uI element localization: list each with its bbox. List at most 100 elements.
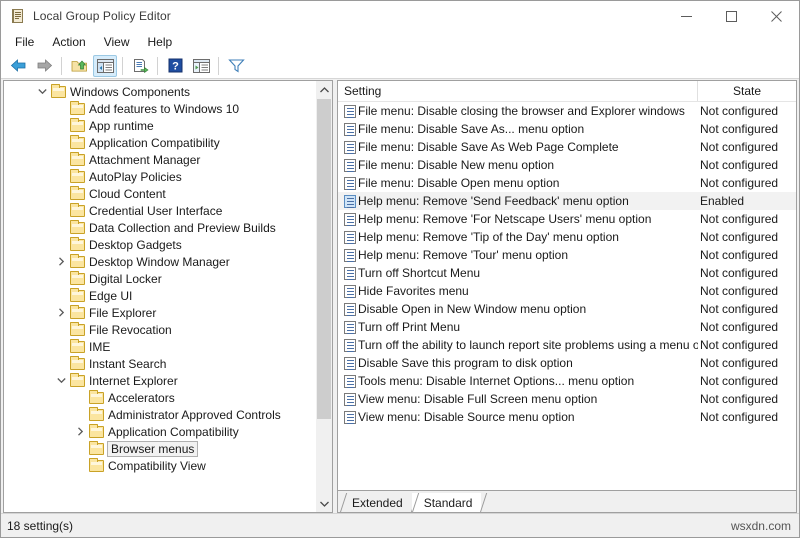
tree-node[interactable]: IME [4, 338, 315, 355]
settings-list[interactable]: File menu: Disable closing the browser a… [338, 102, 796, 490]
chevron-right-icon[interactable] [72, 427, 88, 436]
tree-node[interactable]: Desktop Gadgets [4, 236, 315, 253]
main-body: Windows Components Add features to Window… [1, 79, 799, 513]
table-row[interactable]: File menu: Disable Save As Web Page Comp… [338, 138, 796, 156]
folder-icon [88, 406, 105, 421]
tree-node[interactable]: Application Compatibility [4, 134, 315, 151]
folder-icon [69, 202, 86, 217]
setting-name: Turn off Print Menu [358, 320, 461, 334]
table-row[interactable]: Disable Save this program to disk option… [338, 354, 796, 372]
setting-name: Hide Favorites menu [358, 284, 469, 298]
table-row[interactable]: Turn off Print Menu Not configured [338, 318, 796, 336]
setting-state: Not configured [700, 320, 779, 334]
tree-node[interactable]: Internet Explorer [4, 372, 315, 389]
table-row[interactable]: Help menu: Remove 'Send Feedback' menu o… [338, 192, 796, 210]
back-button[interactable] [6, 55, 30, 77]
tree-node-label: Internet Explorer [89, 373, 178, 388]
scroll-up-arrow[interactable] [316, 81, 332, 98]
tree-node[interactable]: AutoPlay Policies [4, 168, 315, 185]
tree-node[interactable]: Accelerators [4, 389, 315, 406]
forward-button[interactable] [32, 55, 56, 77]
tree-node[interactable]: Browser menus [4, 440, 315, 457]
tab-extended[interactable]: Extended [340, 493, 412, 512]
menu-help[interactable]: Help [139, 32, 182, 52]
tree-node[interactable]: Windows Components [4, 83, 315, 100]
chevron-down-icon[interactable] [53, 377, 69, 384]
show-pane-button[interactable] [189, 55, 213, 77]
folder-icon [69, 270, 86, 285]
tree-node[interactable]: Compatibility View [4, 457, 315, 474]
menu-action[interactable]: Action [43, 32, 94, 52]
folder-icon [69, 338, 86, 353]
scrollbar-thumb[interactable] [317, 99, 331, 419]
tree-node[interactable]: Add features to Windows 10 [4, 100, 315, 117]
show-hide-console-tree-button[interactable] [93, 54, 117, 77]
setting-state: Not configured [700, 104, 779, 118]
tree-node[interactable]: Data Collection and Preview Builds [4, 219, 315, 236]
table-row[interactable]: File menu: Disable Open menu option Not c… [338, 174, 796, 192]
policy-tree[interactable]: Windows Components Add features to Window… [4, 81, 315, 512]
policy-setting-icon [338, 104, 358, 118]
setting-state: Not configured [700, 284, 779, 298]
tree-node[interactable]: File Explorer [4, 304, 315, 321]
policy-setting-icon [338, 320, 358, 334]
filter-button[interactable] [224, 55, 248, 77]
scroll-down-arrow[interactable] [316, 495, 332, 512]
table-row[interactable]: View menu: Disable Source menu option Not… [338, 408, 796, 426]
table-row[interactable]: Disable Open in New Window menu option No… [338, 300, 796, 318]
chevron-right-icon[interactable] [53, 308, 69, 317]
setting-name: Disable Save this program to disk option [358, 356, 573, 370]
up-one-level-button[interactable] [67, 55, 91, 77]
tree-node[interactable]: App runtime [4, 117, 315, 134]
toolbar-separator [157, 56, 158, 75]
table-row[interactable]: File menu: Disable Save As... menu optio… [338, 120, 796, 138]
table-row[interactable]: Help menu: Remove 'Tip of the Day' menu … [338, 228, 796, 246]
table-row[interactable]: Turn off the ability to launch report si… [338, 336, 796, 354]
menu-file[interactable]: File [6, 32, 43, 52]
tree-node-label: Attachment Manager [89, 152, 201, 167]
menu-bar: File Action View Help [1, 31, 799, 53]
tree-node-label: Administrator Approved Controls [108, 407, 281, 422]
maximize-button[interactable] [709, 1, 754, 31]
column-header-state[interactable]: State [698, 81, 796, 101]
chevron-right-icon[interactable] [53, 257, 69, 266]
policy-setting-icon [338, 302, 358, 316]
tree-node[interactable]: Cloud Content [4, 185, 315, 202]
tree-node[interactable]: Attachment Manager [4, 151, 315, 168]
tree-node-label: Compatibility View [108, 458, 206, 473]
tree-node[interactable]: Instant Search [4, 355, 315, 372]
table-row[interactable]: Hide Favorites menu Not configured [338, 282, 796, 300]
setting-name: Turn off Shortcut Menu [358, 266, 481, 280]
export-list-button[interactable] [128, 55, 152, 77]
tree-node[interactable]: Credential User Interface [4, 202, 315, 219]
tree-node[interactable]: Digital Locker [4, 270, 315, 287]
tree-node-label: Instant Search [89, 356, 167, 371]
menu-view[interactable]: View [95, 32, 139, 52]
chevron-down-icon[interactable] [34, 88, 50, 95]
tree-node[interactable]: File Revocation [4, 321, 315, 338]
title-bar: Local Group Policy Editor [1, 1, 799, 31]
tree-node-label: Desktop Window Manager [89, 254, 230, 269]
tree-node[interactable]: Application Compatibility [4, 423, 315, 440]
column-header-setting[interactable]: Setting [338, 81, 698, 101]
help-button[interactable]: ? [163, 55, 187, 77]
table-row[interactable]: Help menu: Remove 'Tour' menu option Not … [338, 246, 796, 264]
table-row[interactable]: File menu: Disable closing the browser a… [338, 102, 796, 120]
close-button[interactable] [754, 1, 799, 31]
tree-node-label: Browser menus [107, 440, 199, 457]
setting-state: Not configured [700, 230, 779, 244]
table-row[interactable]: Tools menu: Disable Internet Options... … [338, 372, 796, 390]
tree-node[interactable]: Administrator Approved Controls [4, 406, 315, 423]
table-row[interactable]: Turn off Shortcut Menu Not configured [338, 264, 796, 282]
watermark-text: wsxdn.com [730, 518, 791, 533]
tab-standard[interactable]: Standard [411, 493, 482, 512]
tree-vertical-scrollbar[interactable] [315, 81, 332, 512]
table-row[interactable]: View menu: Disable Full Screen menu opti… [338, 390, 796, 408]
setting-state: Not configured [700, 302, 779, 316]
table-row[interactable]: Help menu: Remove 'For Netscape Users' m… [338, 210, 796, 228]
table-row[interactable]: File menu: Disable New menu option Not co… [338, 156, 796, 174]
minimize-button[interactable] [664, 1, 709, 31]
tree-node[interactable]: Desktop Window Manager [4, 253, 315, 270]
setting-name: View menu: Disable Full Screen menu opti… [358, 392, 598, 406]
tree-node[interactable]: Edge UI [4, 287, 315, 304]
